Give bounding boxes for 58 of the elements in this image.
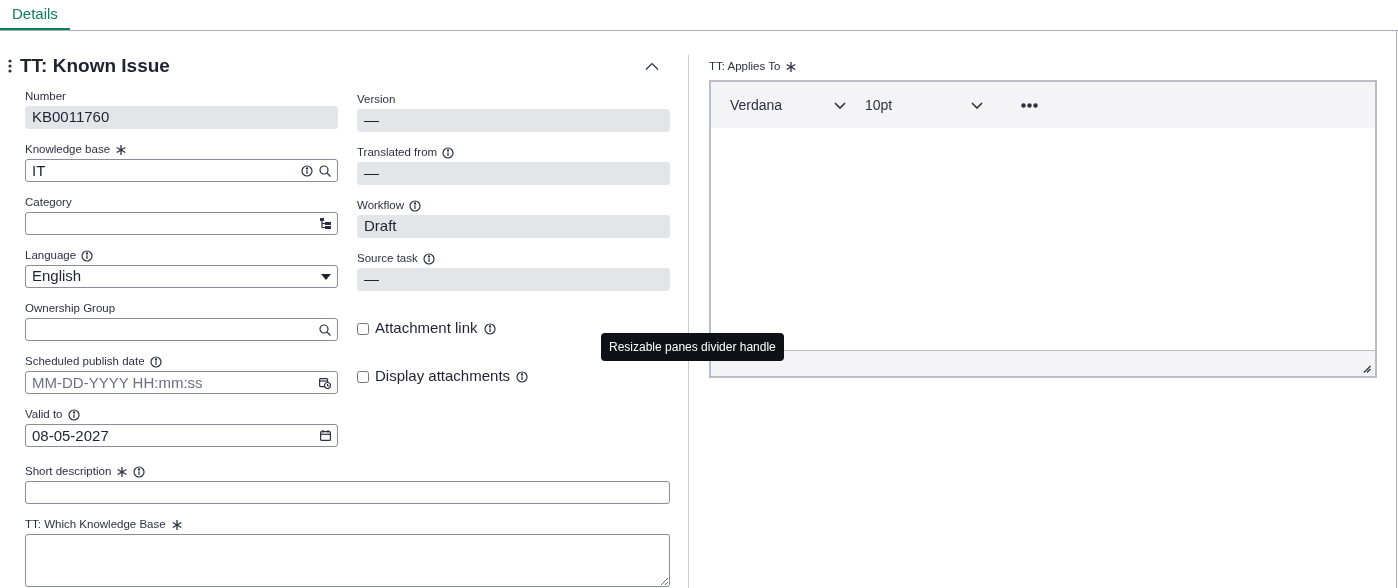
details-tab[interactable]: Details (0, 2, 70, 30)
field-label: Ownership Group (25, 301, 116, 317)
kebab-menu-icon[interactable] (8, 59, 12, 73)
search-icon[interactable] (319, 164, 331, 177)
more-icon[interactable] (1021, 102, 1038, 108)
search-icon[interactable] (319, 323, 331, 336)
section-title: TT: Known Issue (20, 54, 171, 78)
lookup-field[interactable] (25, 318, 338, 341)
tooltip: Resizable panes divider handle (601, 333, 784, 361)
readonly-field: KB0011760 (25, 106, 338, 129)
readonly-field: — (357, 162, 670, 185)
info-icon[interactable] (133, 466, 146, 478)
text-area[interactable] (25, 534, 670, 587)
calendar-icon[interactable] (320, 430, 331, 441)
info-icon[interactable] (149, 356, 162, 368)
chevron-down-icon (834, 101, 846, 109)
field-label: TT: Which Knowledge Base (25, 517, 166, 533)
text-field[interactable] (25, 481, 670, 504)
readonly-field: Draft (357, 215, 670, 238)
field-label: Workflow (357, 198, 405, 214)
dropdown-caret-icon (321, 273, 331, 280)
info-icon[interactable] (442, 147, 455, 159)
readonly-field: — (357, 268, 670, 291)
field-label: Category (25, 195, 72, 211)
collapse-caret-icon[interactable] (645, 62, 659, 70)
language-select[interactable]: English (25, 265, 338, 288)
info-icon[interactable] (483, 322, 496, 335)
chevron-down-icon (971, 101, 983, 109)
info-icon[interactable] (301, 164, 313, 177)
field-label: Short description (25, 464, 112, 480)
checkbox-label: Display attachments (375, 366, 511, 387)
info-icon[interactable] (516, 370, 529, 383)
font-size-select[interactable]: 10pt (865, 94, 983, 116)
date-field[interactable]: 08-05-2027 (25, 424, 338, 447)
datetime-field[interactable]: MM-DD-YYYY HH:mm:ss (25, 371, 338, 394)
field-label: Knowledge base (25, 142, 111, 158)
checkbox[interactable] (357, 370, 369, 383)
field-label: Number (25, 89, 66, 105)
field-label: Translated from (357, 145, 438, 161)
field-label: Scheduled publish date (25, 354, 145, 370)
field-label: Language (25, 248, 77, 264)
info-icon[interactable] (81, 250, 94, 262)
field-label: Source task (357, 251, 418, 267)
readonly-field: — (357, 109, 670, 132)
checkbox[interactable] (357, 322, 369, 335)
info-icon[interactable] (422, 253, 435, 265)
lookup-field[interactable]: IT (25, 159, 338, 182)
info-icon[interactable] (67, 409, 80, 421)
info-icon[interactable] (409, 200, 422, 212)
field-label: Valid to (25, 407, 63, 423)
checkbox-label: Attachment link (375, 318, 478, 339)
calendar-clock-icon[interactable] (319, 376, 331, 389)
font-select[interactable]: Verdana (730, 94, 846, 116)
category-field[interactable] (25, 212, 338, 235)
field-label: Version (357, 92, 396, 108)
resize-grip-icon[interactable] (1363, 365, 1371, 373)
tree-icon[interactable] (320, 218, 331, 229)
field-label: TT: Applies To (709, 59, 781, 75)
